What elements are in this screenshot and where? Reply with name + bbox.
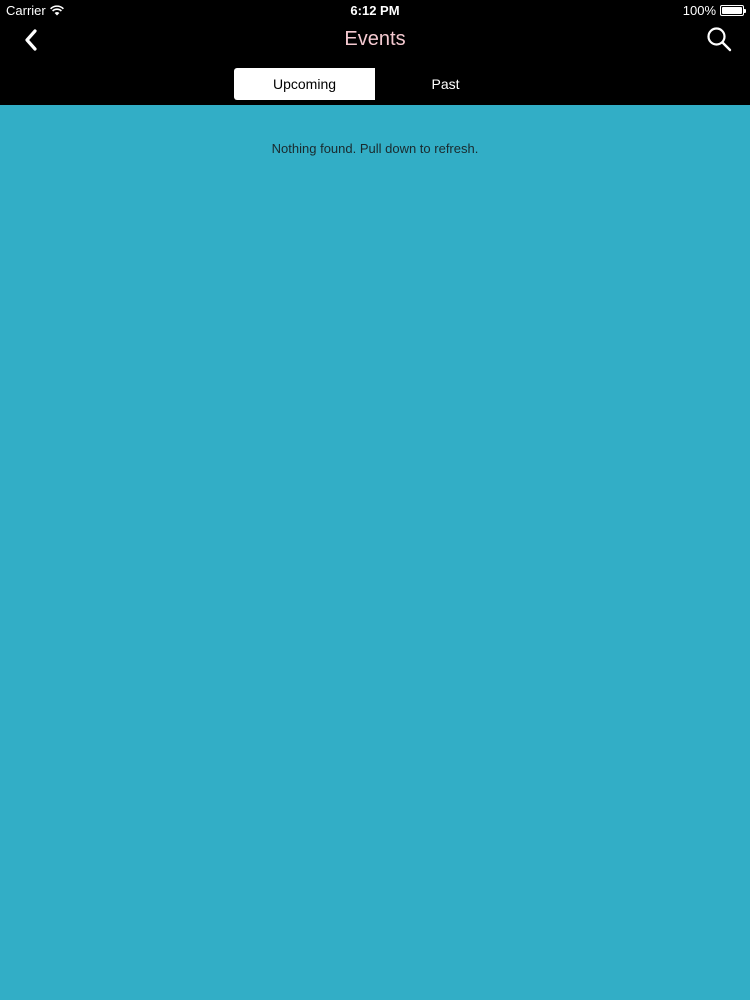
navigation-bar: Events (0, 20, 750, 62)
page-title: Events (344, 28, 406, 50)
segmented-control: Upcoming Past (234, 68, 516, 100)
battery-icon (720, 5, 746, 16)
tab-past[interactable]: Past (375, 68, 516, 100)
empty-state-message: Nothing found. Pull down to refresh. (271, 141, 479, 156)
search-icon (707, 27, 732, 52)
battery-group: 100% (682, 3, 746, 18)
battery-percent: 100% (682, 3, 716, 18)
events-screen: Carrier 6:12 PM 100% Events Upcoming Pas… (0, 0, 750, 1000)
tab-upcoming[interactable]: Upcoming (234, 68, 375, 100)
status-time: 6:12 PM (350, 3, 400, 18)
header: Carrier 6:12 PM 100% Events Upcoming Pas… (0, 0, 750, 105)
search-button[interactable] (706, 26, 732, 52)
status-bar: Carrier 6:12 PM 100% (0, 0, 750, 20)
